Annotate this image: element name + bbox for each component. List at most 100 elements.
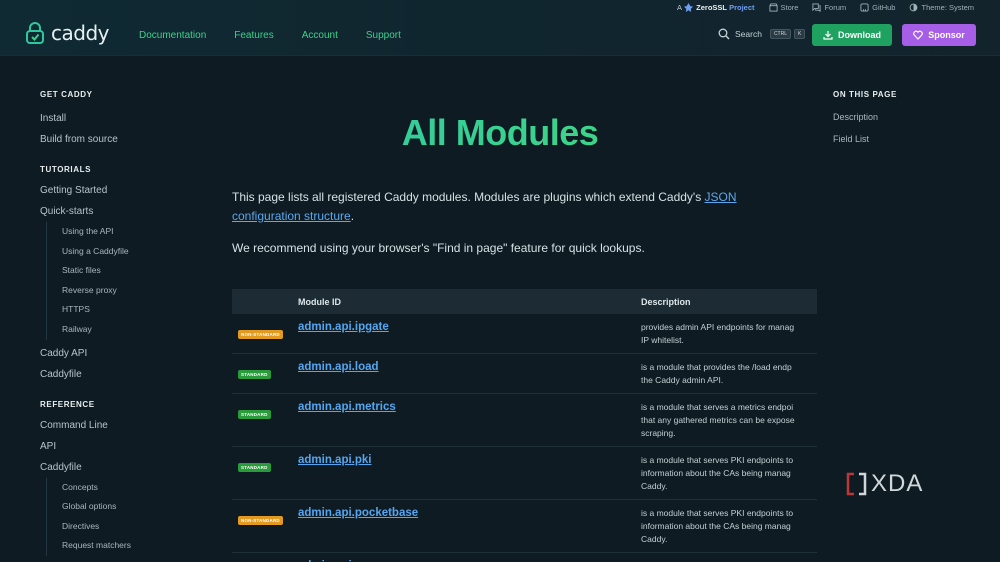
table-row: NON-STANDARD admin.api.ipgate provides adm… xyxy=(232,314,817,354)
top-link-label: Theme: System xyxy=(921,3,974,12)
shortcut-key-ctrl: CTRL xyxy=(769,29,791,39)
sidebar-subitem-static-files[interactable]: Static files xyxy=(46,261,210,281)
module-id-link[interactable]: admin.api.purge xyxy=(298,553,641,562)
description-line: information about the CAs being manag xyxy=(641,468,791,478)
description-line: is a module that serves PKI endpoints to xyxy=(641,508,794,518)
top-strip: A ZeroSSL Project Store Forum GitHub The… xyxy=(663,3,974,12)
sidebar-item-build-from-source[interactable]: Build from source xyxy=(40,129,210,150)
description-line: Caddy. xyxy=(641,534,668,544)
sidebar-heading: GET CADDY xyxy=(40,90,93,99)
top-link-store[interactable]: Store xyxy=(768,3,799,12)
top-link-github[interactable]: GitHub xyxy=(860,3,895,12)
badge-cell: NON-STANDARD xyxy=(232,500,298,527)
xda-watermark: XDA xyxy=(845,470,923,498)
toc-heading: ON THIS PAGE xyxy=(833,90,897,99)
sidebar-item-caddy-api[interactable]: Caddy API xyxy=(40,343,210,364)
sidebar-subitem-railway[interactable]: Railway xyxy=(46,319,210,340)
sidebar-subitem-using-a-caddyfile[interactable]: Using a Caddyfile xyxy=(46,241,210,262)
sidebar-subitem-https[interactable]: HTTPS xyxy=(46,300,210,320)
page-title: All Modules xyxy=(232,112,768,154)
sidebar-subitem-directives[interactable]: Directives xyxy=(46,516,210,537)
search-label: Search xyxy=(735,29,762,39)
table-row: STANDARD admin.api.pki is a module that se… xyxy=(232,447,817,500)
search-icon xyxy=(718,28,730,40)
sidebar-subitem-request-matchers[interactable]: Request matchers xyxy=(46,536,210,556)
sidebar-nav: GET CADDY Install Build from source TUTO… xyxy=(40,88,210,556)
header-module-id: Module ID xyxy=(298,296,341,307)
standard-badge: STANDARD xyxy=(238,410,271,419)
badge-cell: NON-STANDARD xyxy=(232,553,298,562)
module-description: is a module that serves PKI endpoints to… xyxy=(641,500,817,552)
sidebar-heading: TUTORIALS xyxy=(40,165,92,174)
sidebar-subitem-concepts[interactable]: Concepts xyxy=(46,477,210,498)
description-line: IP whitelist. xyxy=(641,335,684,345)
logo-text: caddy xyxy=(51,21,109,45)
description-line: scraping. xyxy=(641,428,676,438)
zerossl-link[interactable]: A ZeroSSL Project xyxy=(677,3,755,12)
download-button[interactable]: Download xyxy=(812,24,892,46)
nav-documentation[interactable]: Documentation xyxy=(139,30,206,41)
xda-wordmark: XDA xyxy=(871,470,924,497)
description-line: Caddy. xyxy=(641,481,668,491)
module-id-link[interactable]: admin.api.pocketbase xyxy=(298,500,641,519)
store-icon xyxy=(768,3,778,12)
module-description: is a module that provides the /load endp… xyxy=(641,354,817,393)
sidebar-subitem-using-the-api[interactable]: Using the API xyxy=(46,222,210,242)
sidebar-item-quick-starts[interactable]: Quick-starts xyxy=(40,201,210,222)
description-line: the Caddy admin API. xyxy=(641,375,724,385)
intro-end: . xyxy=(350,209,355,223)
zerossl-suffix: Project xyxy=(729,3,755,12)
top-link-label: Store xyxy=(780,3,799,12)
module-id-link[interactable]: admin.api.load xyxy=(298,354,641,373)
top-link-forum[interactable]: Forum xyxy=(812,3,846,12)
description-line: that any gathered metrics can be expose xyxy=(641,415,795,425)
theme-icon xyxy=(910,3,918,12)
sidebar-subitem-global-options[interactable]: Global options xyxy=(46,497,210,517)
module-id-link[interactable]: admin.api.ipgate xyxy=(298,314,641,333)
top-link-label: Forum xyxy=(824,3,847,12)
search-button[interactable]: Search CTRL K xyxy=(718,28,806,40)
github-icon xyxy=(860,3,869,12)
site-header: caddy Documentation Features Account Sup… xyxy=(0,0,1000,56)
table-row: STANDARD admin.api.metrics is a module tha… xyxy=(232,394,817,447)
nav-support[interactable]: Support xyxy=(366,30,401,41)
sidebar-item-caddyfile-tutorial[interactable]: Caddyfile xyxy=(40,364,210,385)
forum-icon xyxy=(812,3,822,12)
badge-cell: STANDARD xyxy=(232,394,298,421)
shortcut-key-k: K xyxy=(794,29,806,39)
description-line: provides admin API endpoints for manag xyxy=(641,322,795,332)
toc-item-field-list[interactable]: Field List xyxy=(833,128,897,150)
non-standard-badge: NON-STANDARD xyxy=(238,516,283,525)
nav-features[interactable]: Features xyxy=(234,30,273,41)
module-id-link[interactable]: admin.api.pki xyxy=(298,447,641,466)
intro-paragraph: This page lists all registered Caddy mod… xyxy=(232,188,772,226)
non-standard-badge: NON-STANDARD xyxy=(238,330,283,339)
toc-item-description[interactable]: Description xyxy=(833,106,897,128)
sidebar-item-caddyfile[interactable]: Caddyfile xyxy=(40,457,210,478)
download-icon xyxy=(823,31,833,40)
heart-icon xyxy=(913,30,924,40)
intro-text: This page lists all registered Caddy mod… xyxy=(232,190,705,204)
sponsor-label: Sponsor xyxy=(928,30,965,40)
table-row: STANDARD admin.api.load is a module that p… xyxy=(232,354,817,394)
xda-logo-icon xyxy=(846,472,867,496)
modules-table: Module ID Description NON-STANDARD admin.… xyxy=(232,289,817,562)
on-this-page: ON THIS PAGE Description Field List xyxy=(833,88,897,150)
caddy-lock-icon xyxy=(26,22,44,44)
main-nav: Documentation Features Account Support xyxy=(139,30,429,41)
caddy-logo[interactable]: caddy xyxy=(24,21,109,45)
module-description: provides admin API endpoints for manag IP… xyxy=(641,314,817,353)
zerossl-name: ZeroSSL xyxy=(696,3,727,12)
sidebar-item-command-line[interactable]: Command Line xyxy=(40,415,210,436)
sidebar-item-getting-started[interactable]: Getting Started xyxy=(40,180,210,201)
sidebar-item-install[interactable]: Install xyxy=(40,108,210,129)
sidebar-item-api[interactable]: API xyxy=(40,436,210,457)
nav-account[interactable]: Account xyxy=(302,30,338,41)
table-row: NON-STANDARD admin.api.pocketbase is a mod… xyxy=(232,500,817,553)
sidebar-subitem-reverse-proxy[interactable]: Reverse proxy xyxy=(46,280,210,301)
module-id-link[interactable]: admin.api.metrics xyxy=(298,394,641,413)
badge-cell: STANDARD xyxy=(232,447,298,474)
description-line: is a module that serves a metrics endpoi xyxy=(641,402,794,412)
sponsor-button[interactable]: Sponsor xyxy=(902,24,976,46)
top-link-theme[interactable]: Theme: System xyxy=(909,3,974,12)
